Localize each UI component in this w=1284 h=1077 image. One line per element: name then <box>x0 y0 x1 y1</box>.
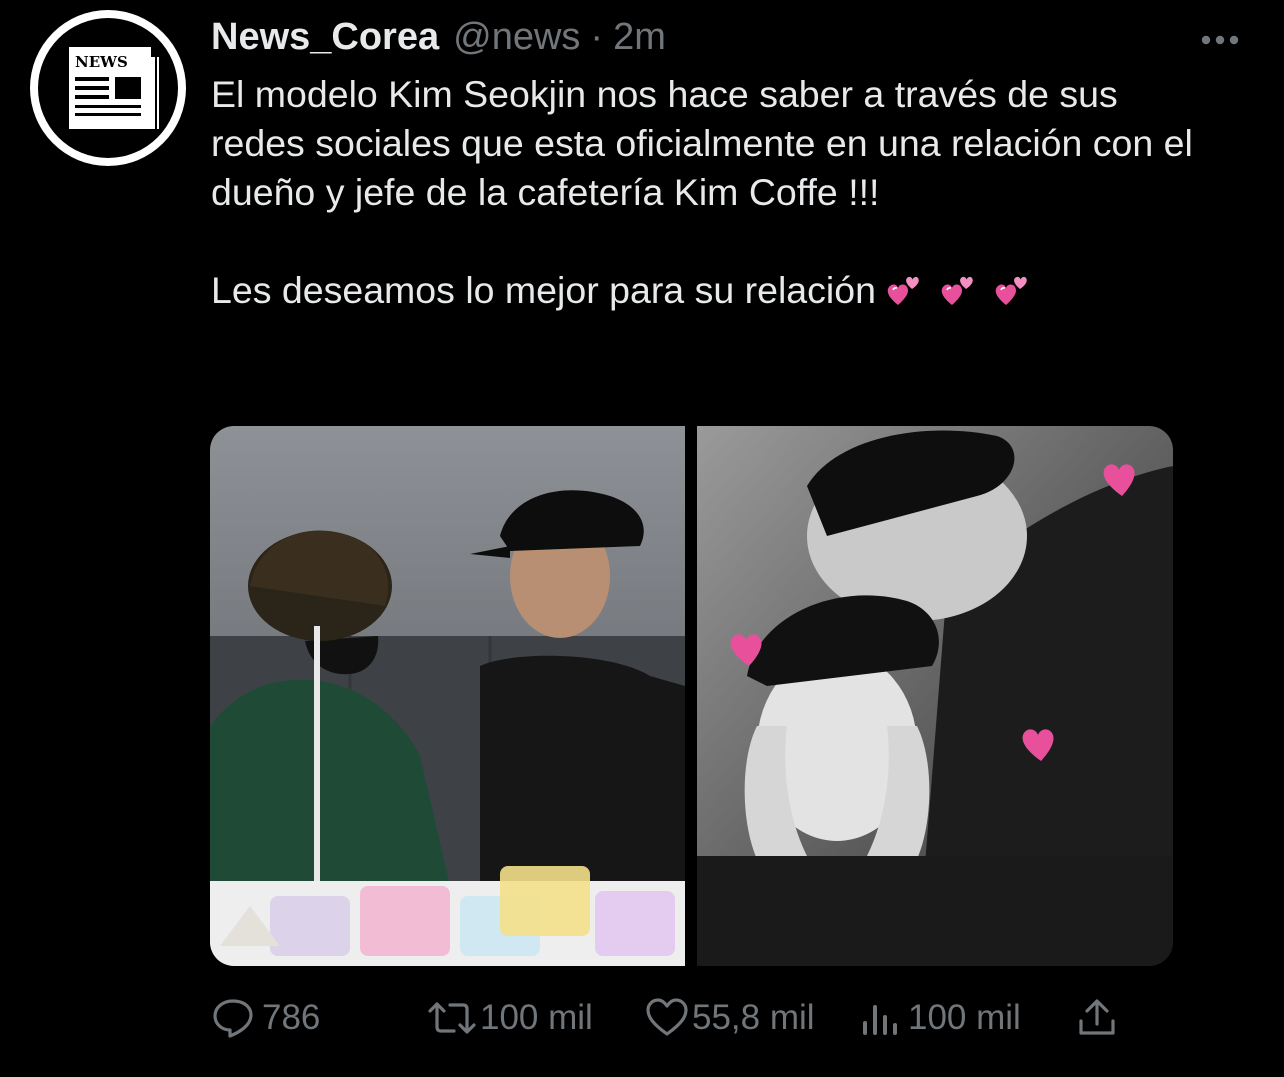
share-icon <box>1079 999 1115 1035</box>
two-hearts-emoji <box>995 276 1027 305</box>
tweet-paragraph-2: Les deseamos lo mejor para su relación <box>211 266 1221 315</box>
views-button[interactable]: 100 mil <box>860 992 1021 1044</box>
two-hearts-emoji <box>887 276 919 305</box>
retweet-icon <box>428 1002 476 1034</box>
retweet-button[interactable]: 100 mil <box>424 992 593 1044</box>
newspaper-icon: NEWS <box>38 18 178 158</box>
two-hearts-emoji <box>941 276 973 305</box>
views-icon <box>863 1005 897 1035</box>
photo-two-men-seated[interactable] <box>210 426 685 966</box>
media-grid <box>210 426 1173 966</box>
author-handle[interactable]: @news <box>453 16 580 59</box>
like-button[interactable]: 55,8 mil <box>644 992 815 1044</box>
avatar-label: NEWS <box>75 53 128 71</box>
avatar[interactable]: NEWS <box>30 10 186 166</box>
tweet-body: El modelo Kim Seokjin nos hace saber a t… <box>211 70 1221 315</box>
more-options-button[interactable] <box>1196 26 1244 54</box>
reply-button[interactable]: 786 <box>210 992 320 1044</box>
tweet-paragraph: El modelo Kim Seokjin nos hace saber a t… <box>211 73 1193 213</box>
timestamp[interactable]: 2m <box>613 16 666 59</box>
like-count: 55,8 mil <box>692 998 815 1037</box>
reply-count: 786 <box>262 998 321 1037</box>
tweet-header: News_Corea @news · 2m <box>211 16 666 62</box>
photo-black-and-white-pair[interactable] <box>697 426 1173 966</box>
retweet-count: 100 mil <box>480 998 593 1037</box>
share-button[interactable] <box>1074 992 1120 1044</box>
heart-icon <box>646 998 688 1036</box>
separator-dot: · <box>590 16 604 58</box>
views-count: 100 mil <box>908 998 1021 1037</box>
action-bar: 786 100 mil 55,8 mil 100 mil <box>210 992 1130 1044</box>
author-name[interactable]: News_Corea <box>211 16 439 59</box>
reply-icon <box>213 999 253 1038</box>
emoji-group <box>884 266 1046 315</box>
tweet-paragraph-text: Les deseamos lo mejor para su relación <box>211 269 876 311</box>
more-dots-icon <box>1201 35 1239 45</box>
